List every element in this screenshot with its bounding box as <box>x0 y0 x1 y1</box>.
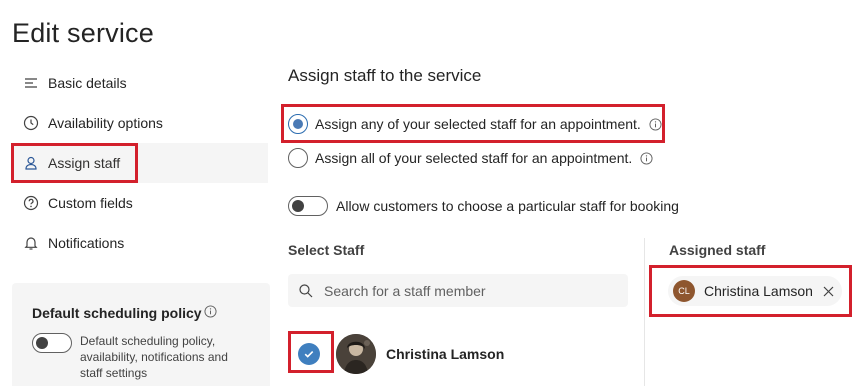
avatar <box>336 334 376 374</box>
sidebar-item-label: Notifications <box>48 235 125 251</box>
bell-icon <box>22 234 40 252</box>
assigned-staff-name: Christina Lamson <box>704 283 813 299</box>
policy-title: Default scheduling policy <box>32 305 202 321</box>
clock-icon <box>22 114 40 132</box>
search-icon <box>299 283 313 297</box>
checkmark-icon <box>304 351 314 358</box>
radio-label: Assign any of your selected staff for an… <box>315 116 641 132</box>
info-icon[interactable] <box>204 305 217 323</box>
staff-checkbox[interactable] <box>298 343 320 365</box>
default-policy-card: Default scheduling policy Default schedu… <box>12 283 270 386</box>
policy-description: Default scheduling policy, availability,… <box>80 334 228 380</box>
info-icon[interactable] <box>649 117 662 131</box>
sidebar-item-label: Basic details <box>48 75 127 91</box>
column-divider <box>644 238 645 386</box>
sidebar-item-label: Custom fields <box>48 195 133 211</box>
sidebar-item-basic-details[interactable]: Basic details <box>12 63 268 103</box>
radio-assign-any[interactable]: Assign any of your selected staff for an… <box>288 114 662 134</box>
assigned-staff-heading: Assigned staff <box>669 242 766 258</box>
page-title: Edit service <box>12 18 154 48</box>
section-title: Assign staff to the service <box>288 66 482 85</box>
sidebar-item-availability-options[interactable]: Availability options <box>12 103 268 143</box>
info-icon[interactable] <box>640 151 653 165</box>
staff-name: Christina Lamson <box>386 346 505 362</box>
select-staff-heading: Select Staff <box>288 242 365 258</box>
allow-choose-staff-toggle[interactable] <box>288 196 328 216</box>
radio-button[interactable] <box>288 114 308 134</box>
sidebar-item-notifications[interactable]: Notifications <box>12 223 268 263</box>
default-policy-toggle[interactable] <box>32 333 72 353</box>
radio-label: Assign all of your selected staff for an… <box>315 150 633 166</box>
assigned-staff-chip: CL Christina Lamson <box>668 276 842 306</box>
avatar: CL <box>673 280 695 302</box>
staff-search-input[interactable] <box>324 282 614 299</box>
sidebar-item-label: Assign staff <box>48 155 121 171</box>
question-icon <box>22 194 40 212</box>
radio-assign-all[interactable]: Assign all of your selected staff for an… <box>288 148 653 168</box>
sidebar-item-label: Availability options <box>48 115 163 131</box>
sidebar-item-assign-staff[interactable]: Assign staff <box>12 143 268 183</box>
sidebar-item-custom-fields[interactable]: Custom fields <box>12 183 268 223</box>
radio-button[interactable] <box>288 148 308 168</box>
person-icon <box>22 154 40 172</box>
close-icon[interactable] <box>820 283 836 299</box>
list-icon <box>22 74 40 92</box>
staff-search-box[interactable] <box>288 274 628 307</box>
staff-list-item[interactable]: Christina Lamson <box>298 334 504 374</box>
allow-choose-staff-label: Allow customers to choose a particular s… <box>336 198 679 214</box>
